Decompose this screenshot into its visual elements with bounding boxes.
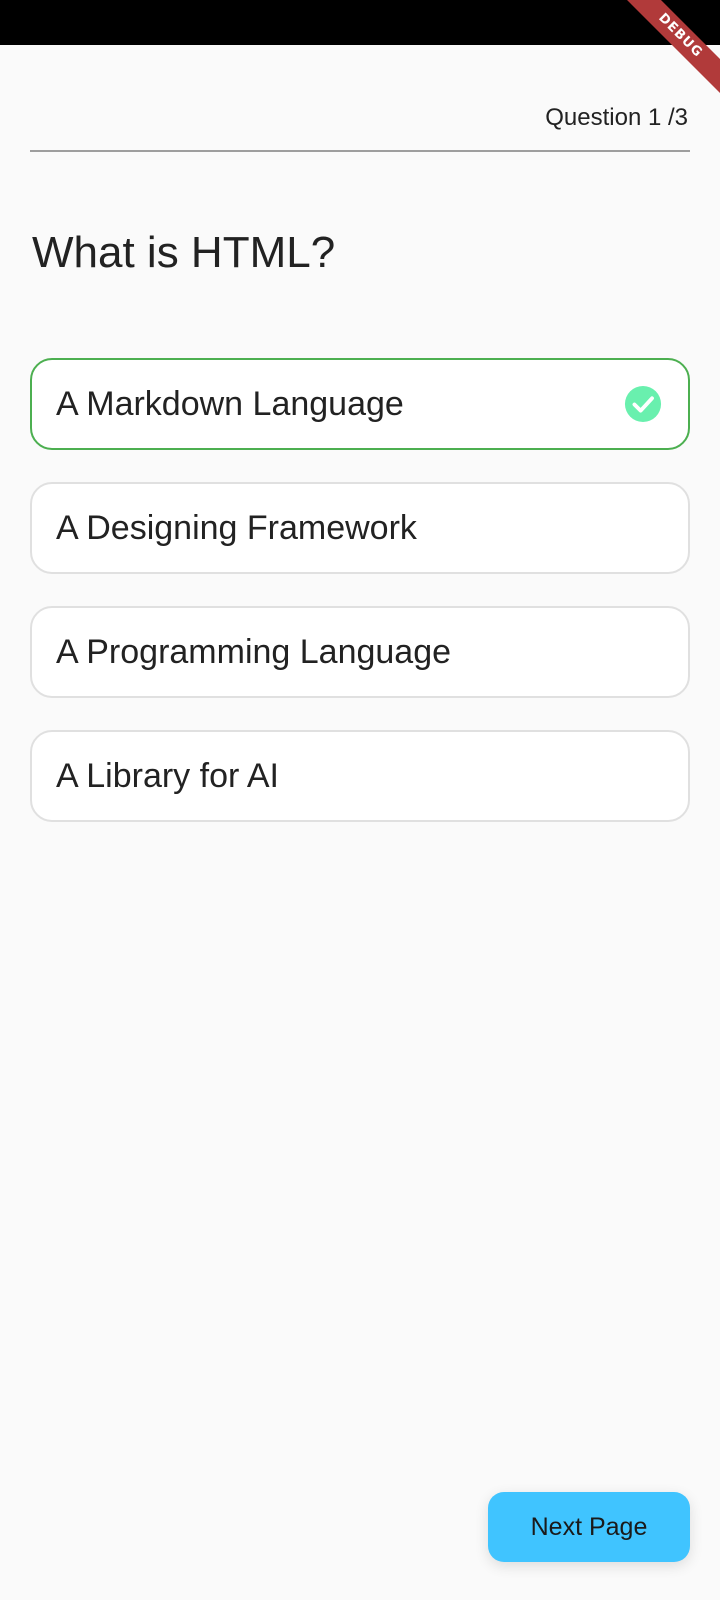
option-label: A Library for AI — [56, 756, 279, 795]
option-label: A Designing Framework — [56, 508, 417, 547]
question-title: What is HTML? — [32, 228, 336, 277]
option-2[interactable]: A Programming Language — [30, 606, 690, 698]
option-0[interactable]: A Markdown Language — [30, 358, 690, 450]
option-1[interactable]: A Designing Framework — [30, 482, 690, 574]
next-page-button[interactable]: Next Page — [488, 1492, 690, 1562]
option-3[interactable]: A Library for AI — [30, 730, 690, 822]
option-label: A Programming Language — [56, 632, 452, 671]
header-divider — [30, 150, 690, 152]
question-progress: Question 1 /3 — [545, 104, 688, 131]
check-circle-icon — [624, 385, 662, 423]
options-list: A Markdown Language A Designing Framewor… — [30, 358, 690, 854]
status-bar — [0, 0, 720, 45]
option-label: A Markdown Language — [56, 384, 404, 423]
